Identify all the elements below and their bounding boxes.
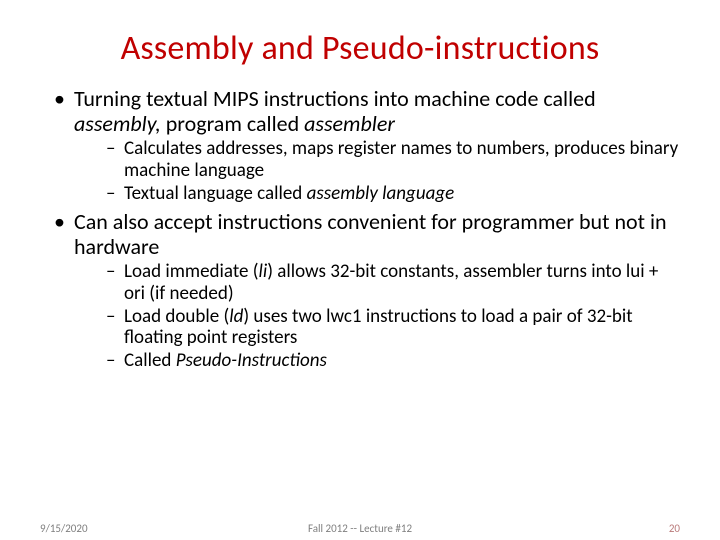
- text: Textual language called: [124, 182, 307, 205]
- text: Load immediate (: [124, 260, 259, 283]
- text: Called: [124, 349, 176, 372]
- footer-center: Fall 2012 -- Lecture #12: [0, 522, 720, 535]
- emph: assembly language: [307, 182, 455, 205]
- sub-list: Load immediate (li) allows 32-bit consta…: [74, 261, 680, 371]
- sub-bullet: Load double (ld) uses two lwc1 instructi…: [106, 306, 680, 349]
- sub-bullet: Calculates addresses, maps register name…: [106, 138, 680, 181]
- emph: ld: [229, 305, 243, 328]
- slide-title: Assembly and Pseudo-instructions: [40, 28, 680, 69]
- slide: Assembly and Pseudo-instructions Turning…: [0, 0, 720, 540]
- sub-list: Calculates addresses, maps register name…: [74, 138, 680, 204]
- sub-bullet: Textual language called assembly languag…: [106, 183, 680, 204]
- bullet-list: Turning textual MIPS instructions into m…: [40, 87, 680, 372]
- bullet-2: Can also accept instructions convenient …: [54, 210, 680, 372]
- text: Can also accept instructions convenient …: [74, 208, 667, 260]
- sub-bullet: Load immediate (li) allows 32-bit consta…: [106, 261, 680, 304]
- text: program called: [161, 110, 304, 137]
- emph: Pseudo-Instructions: [176, 349, 327, 372]
- text: Load double (: [124, 305, 229, 328]
- emph: assembly,: [74, 110, 161, 137]
- emph: assembler: [304, 110, 395, 137]
- sub-bullet: Called Pseudo-Instructions: [106, 350, 680, 371]
- text: Turning textual MIPS instructions into m…: [74, 85, 596, 112]
- bullet-1: Turning textual MIPS instructions into m…: [54, 87, 680, 204]
- emph: li: [259, 260, 268, 283]
- slide-number: 20: [669, 522, 680, 535]
